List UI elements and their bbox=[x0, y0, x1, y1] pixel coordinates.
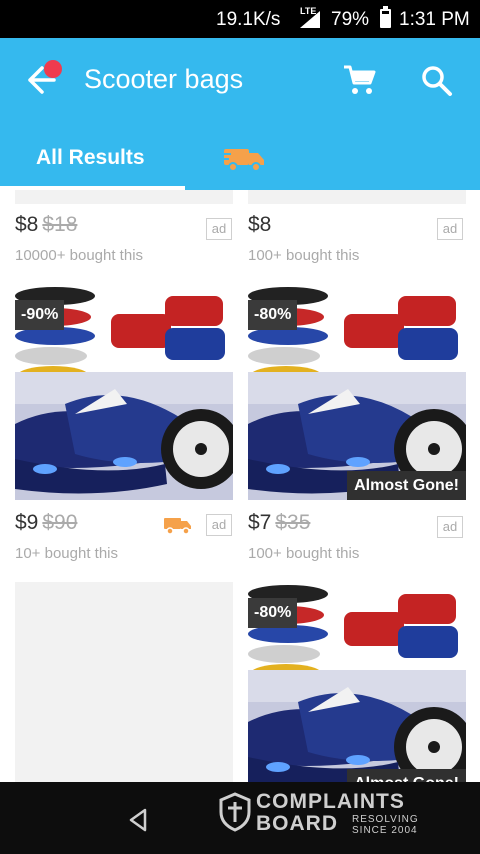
product-card[interactable]: -90% bbox=[15, 284, 233, 500]
ad-label: ad bbox=[206, 218, 232, 240]
product-card-placeholder[interactable] bbox=[15, 582, 233, 782]
original-price: $18 bbox=[42, 213, 78, 236]
tab-all-results[interactable]: All Results bbox=[36, 146, 145, 170]
product-price: $9 $90 bbox=[15, 511, 78, 534]
discount-badge: -80% bbox=[248, 598, 298, 628]
product-card[interactable]: -80% Almost Gone! bbox=[248, 582, 466, 782]
almost-gone-badge: Almost Gone! bbox=[347, 769, 466, 782]
search-icon[interactable] bbox=[420, 64, 454, 98]
product-card[interactable]: -80% Almost Gone! bbox=[248, 284, 466, 500]
ad-label: ad bbox=[437, 516, 463, 538]
watermark-line2: BOARD bbox=[256, 812, 338, 835]
product-image bbox=[248, 190, 466, 204]
clock: 1:31 PM bbox=[399, 9, 470, 30]
product-image bbox=[15, 190, 233, 204]
page-title: Scooter bags bbox=[84, 64, 244, 94]
cart-icon[interactable] bbox=[342, 63, 378, 97]
discount-badge: -80% bbox=[248, 300, 298, 330]
app-screen: 19.1K/s LTE 79% 1:31 PM Scooter bags All… bbox=[0, 0, 480, 854]
watermark-tag2: SINCE 2004 bbox=[352, 825, 418, 836]
battery-percent: 79% bbox=[331, 9, 370, 30]
watermark-line1: COMPLAINTS bbox=[256, 790, 405, 813]
product-price: $8 $18 bbox=[15, 213, 78, 236]
ad-label: ad bbox=[206, 514, 232, 536]
notification-dot bbox=[44, 60, 62, 78]
bought-count: 100+ bought this bbox=[248, 545, 360, 562]
bought-count: 10+ bought this bbox=[15, 545, 119, 562]
status-bar: 19.1K/s LTE 79% 1:31 PM bbox=[0, 0, 480, 38]
original-price: $90 bbox=[42, 511, 78, 534]
battery-icon bbox=[380, 6, 391, 28]
original-price: $35 bbox=[275, 511, 311, 534]
signal-icon bbox=[300, 11, 320, 28]
free-shipping-truck-icon bbox=[164, 518, 191, 535]
watermark-tag1: RESOLVING bbox=[352, 814, 419, 825]
bought-count: 100+ bought this bbox=[248, 247, 360, 264]
ad-label: ad bbox=[437, 218, 463, 240]
product-price: $7 $35 bbox=[248, 511, 311, 534]
discount-badge: -90% bbox=[15, 300, 65, 330]
bought-count: 10000+ bought this bbox=[15, 247, 144, 264]
free-shipping-truck-icon[interactable] bbox=[221, 143, 267, 173]
watermark: COMPLAINTS BOARD RESOLVING SINCE 2004 bbox=[218, 790, 432, 836]
nav-back-icon[interactable] bbox=[125, 806, 151, 834]
almost-gone-badge: Almost Gone! bbox=[347, 471, 466, 500]
shield-icon bbox=[219, 792, 251, 832]
product-price: $8 bbox=[248, 213, 272, 236]
network-speed: 19.1K/s bbox=[216, 9, 281, 30]
